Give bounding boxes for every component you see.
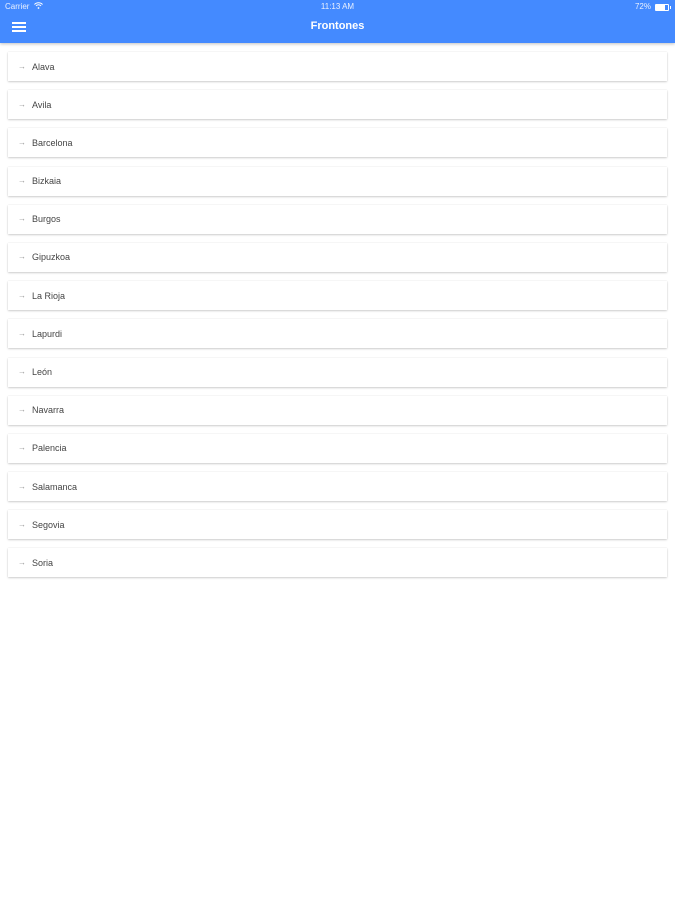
arrow-right-icon: → xyxy=(18,405,26,415)
list-item[interactable]: → Palencia xyxy=(8,433,667,463)
list-item[interactable]: → Avila xyxy=(8,90,667,120)
list-item[interactable]: → Navarra xyxy=(8,395,667,425)
list-item[interactable]: → La Rioja xyxy=(8,281,667,311)
arrow-right-icon: → xyxy=(18,214,26,224)
arrow-right-icon: → xyxy=(18,481,26,491)
list-item-label: Navarra xyxy=(32,405,65,416)
arrow-right-icon: → xyxy=(18,61,26,71)
list-item[interactable]: → Burgos xyxy=(8,204,667,234)
list-item-label: Gipuzkoa xyxy=(32,252,71,263)
battery-fill xyxy=(656,4,665,10)
arrow-right-icon: → xyxy=(18,252,26,262)
app-header: Carrier 11:13 AM 72% Frontones xyxy=(0,0,675,43)
province-list: → Alava → Avila → Barcelona → Bizkaia → Burgos → Gi… xyxy=(0,43,675,578)
list-item-label: Burgos xyxy=(32,214,61,225)
list-item[interactable]: → Lapurdi xyxy=(8,319,667,349)
battery-tip xyxy=(670,5,671,9)
list-item[interactable]: → León xyxy=(8,357,667,387)
battery-percent: 72% xyxy=(634,2,651,11)
list-item-label: Segovia xyxy=(32,519,65,530)
status-bar: Carrier 11:13 AM 72% xyxy=(0,0,675,14)
arrow-right-icon: → xyxy=(18,290,26,300)
list-item-label: Palencia xyxy=(32,443,67,454)
page-title: Frontones xyxy=(310,20,365,32)
list-item-label: Bizkaia xyxy=(32,176,62,187)
arrow-right-icon: → xyxy=(18,176,26,186)
list-item-label: León xyxy=(32,367,53,377)
list-item[interactable]: → Bizkaia xyxy=(8,166,667,196)
list-item-label: Salamanca xyxy=(32,481,78,492)
list-item[interactable]: → Soria xyxy=(8,548,667,578)
arrow-right-icon: → xyxy=(18,367,26,376)
arrow-right-icon: → xyxy=(18,519,26,529)
list-item-label: Soria xyxy=(32,557,54,568)
list-item-label: Lapurdi xyxy=(32,328,63,339)
status-right: 72% xyxy=(634,0,671,14)
list-item-label: Alava xyxy=(32,61,55,72)
status-time: 11:13 AM xyxy=(320,2,355,11)
battery-icon xyxy=(655,3,671,11)
arrow-right-icon: → xyxy=(18,328,26,338)
arrow-right-icon: → xyxy=(18,557,26,567)
arrow-right-icon: → xyxy=(18,137,26,147)
list-item-label: Barcelona xyxy=(32,137,73,148)
list-item[interactable]: → Alava xyxy=(8,52,667,81)
list-item[interactable]: → Barcelona xyxy=(8,128,667,158)
list-item[interactable]: → Salamanca xyxy=(8,472,667,502)
list-item[interactable]: → Gipuzkoa xyxy=(8,242,667,272)
list-item-label: La Rioja xyxy=(32,290,66,301)
arrow-right-icon: → xyxy=(18,443,26,453)
list-item-label: Avila xyxy=(32,99,52,110)
arrow-right-icon: → xyxy=(18,99,26,109)
list-item[interactable]: → Segovia xyxy=(8,510,667,540)
